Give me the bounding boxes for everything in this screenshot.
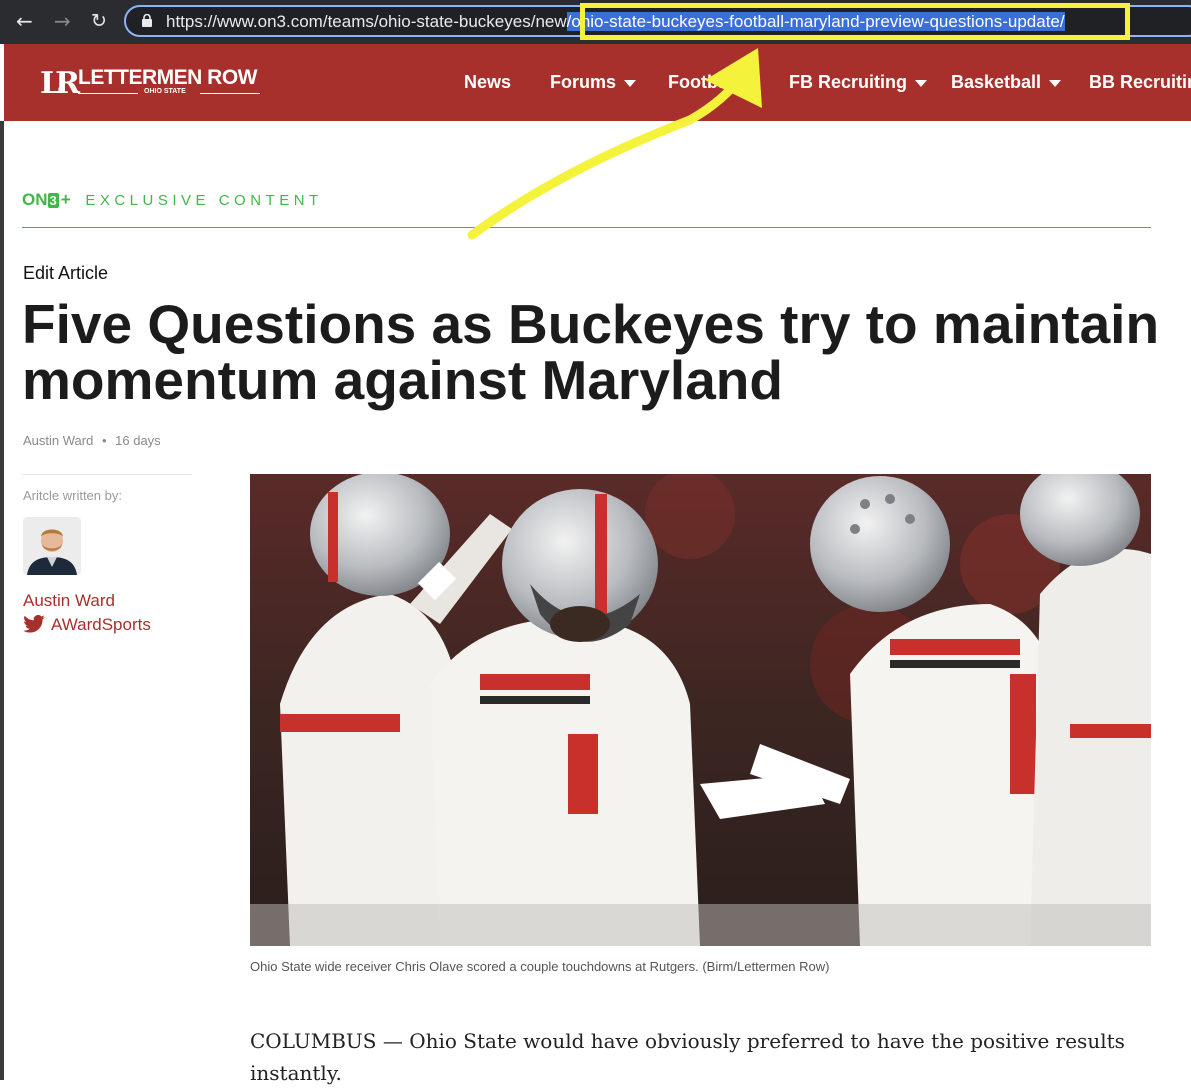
chevron-down-icon	[1049, 79, 1062, 87]
written-by-label: Aritcle written by:	[23, 488, 122, 503]
url-prefix: https://www.on3.com/teams/ohio-state-buc…	[166, 12, 567, 31]
browser-toolbar: ← → ↻ https://www.on3.com/teams/ohio-sta…	[0, 0, 1191, 44]
site-header: LR LETTERMEN ROW OHIO STATE News Forums …	[4, 44, 1191, 121]
forward-arrow-icon[interactable]: →	[54, 10, 71, 32]
back-arrow-icon[interactable]: ←	[16, 10, 33, 32]
reload-icon[interactable]: ↻	[91, 10, 107, 32]
nav-news[interactable]: News	[464, 72, 511, 93]
edit-article-link[interactable]: Edit Article	[23, 263, 108, 284]
byline: Austin Ward • 16 days	[23, 433, 161, 448]
author-twitter-link[interactable]: AWardSports	[23, 614, 151, 635]
nav-forums[interactable]: Forums	[550, 72, 637, 93]
author-name-link[interactable]: Austin Ward	[23, 591, 115, 611]
nav-football[interactable]: Football	[668, 72, 758, 93]
article-headline: Five Questions as Buckeyes try to mainta…	[22, 293, 1160, 411]
window-edge	[0, 121, 4, 1080]
byline-age: 16 days	[115, 433, 161, 448]
exclusive-content-label: ON 3 + EXCLUSIVE CONTENT	[22, 190, 323, 209]
chevron-down-icon	[624, 79, 637, 87]
twitter-icon	[23, 614, 45, 633]
nav-fb-recruiting[interactable]: FB Recruiting	[789, 72, 928, 93]
nav-bb-recruiting[interactable]: BB Recruiting	[1089, 72, 1191, 93]
site-logo-mark[interactable]: LR	[40, 66, 80, 101]
article-hero-image	[250, 462, 1151, 946]
on3-plus-logo: ON 3 +	[22, 190, 71, 209]
author-avatar[interactable]	[23, 517, 81, 575]
chevron-down-icon	[746, 79, 758, 87]
article-body-paragraph: COLUMBUS — Ohio State would have obvious…	[250, 1029, 1125, 1085]
url-highlight-annotation	[580, 3, 1130, 40]
chevron-down-icon	[915, 79, 928, 87]
divider	[22, 474, 192, 475]
divider	[22, 227, 1151, 228]
byline-author[interactable]: Austin Ward	[23, 433, 93, 448]
photo-caption: Ohio State wide receiver Chris Olave sco…	[250, 959, 830, 974]
nav-basketball[interactable]: Basketball	[951, 72, 1062, 93]
site-logo-subtext: OHIO STATE	[78, 88, 260, 98]
site-logo-text[interactable]: LETTERMEN ROW	[78, 66, 257, 90]
logo-subtext: OHIO STATE	[144, 88, 186, 95]
lock-icon	[142, 14, 152, 27]
